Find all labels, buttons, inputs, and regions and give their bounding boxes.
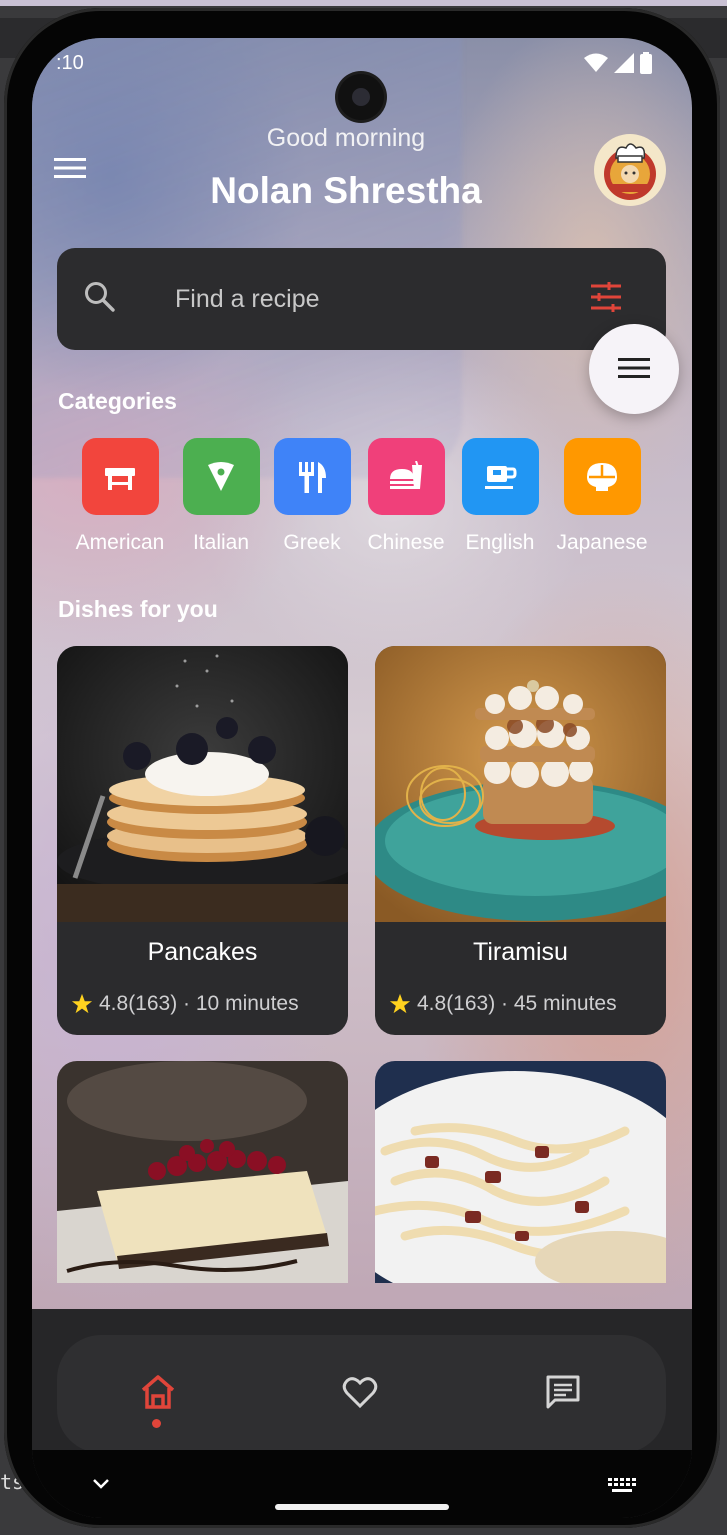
- user-name: Nolan Shrestha: [210, 170, 482, 211]
- desktop-top-bar: [0, 0, 727, 6]
- dish-rating-time: 4.8(163) · 45 minutes: [417, 992, 617, 1015]
- phone-frame: :10 Good morning Nolan Shrestha Find a r…: [4, 8, 720, 1528]
- dish-card-tiramisu[interactable]: Tiramisu 4.8(163) · 45 minutes: [375, 646, 666, 1035]
- category-label: Greek: [283, 531, 341, 554]
- menu-icon: [618, 358, 650, 378]
- categories-heading: Categories: [58, 388, 177, 414]
- menu-fab-button[interactable]: [589, 324, 679, 414]
- teacup-icon: [485, 465, 517, 489]
- filter-icon[interactable]: [589, 282, 623, 312]
- chevron-down-icon[interactable]: [92, 1478, 110, 1490]
- status-time: :10: [56, 52, 84, 74]
- fork-knife-icon: [299, 461, 326, 493]
- search-input[interactable]: [173, 278, 557, 320]
- category-american[interactable]: American: [72, 438, 168, 555]
- signal-icon: [614, 53, 634, 73]
- diner-table-icon: [105, 467, 135, 490]
- avatar[interactable]: [594, 134, 666, 206]
- chat-icon: [546, 1375, 580, 1409]
- category-tile: [81, 438, 159, 515]
- pasta-photo: [375, 1061, 666, 1283]
- dish-card-cheesecake[interactable]: [57, 1061, 348, 1283]
- category-tile: [563, 438, 641, 515]
- dish-name: Pancakes: [147, 938, 258, 966]
- cheesecake-photo: [57, 1061, 348, 1283]
- category-label: English: [465, 531, 535, 554]
- wifi-icon: [584, 53, 608, 72]
- front-camera: [338, 74, 384, 120]
- home-gesture-indicator[interactable]: [275, 1504, 449, 1510]
- takeout-icon: [390, 460, 422, 489]
- dish-meta: 4.8(163) · 10 minutes: [71, 992, 299, 1016]
- status-icons: [584, 52, 652, 74]
- category-label: American: [75, 531, 165, 554]
- battery-icon: [640, 52, 652, 74]
- heart-icon: [342, 1377, 378, 1409]
- tiramisu-photo: [375, 646, 666, 922]
- category-label: Chinese: [367, 531, 445, 554]
- category-japanese[interactable]: Japanese: [554, 438, 650, 555]
- category-greek[interactable]: Greek: [264, 438, 360, 555]
- bottom-navigation: [57, 1335, 666, 1453]
- nav-home[interactable]: [139, 1373, 179, 1413]
- category-tile: [182, 438, 260, 515]
- category-tile: [367, 438, 445, 515]
- pizza-slice-icon: [208, 461, 234, 491]
- dish-rating-time: 4.8(163) · 10 minutes: [99, 992, 299, 1015]
- dish-name: Tiramisu: [473, 938, 568, 966]
- home-icon: [141, 1375, 175, 1409]
- star-icon: [71, 993, 93, 1014]
- category-english[interactable]: English: [452, 438, 548, 555]
- dishes-heading: Dishes for you: [58, 596, 218, 622]
- search-bar[interactable]: [57, 248, 666, 350]
- dish-card-pancakes[interactable]: Pancakes 4.8(163) · 10 minutes: [57, 646, 348, 1035]
- active-indicator-dot: [152, 1419, 161, 1428]
- star-icon: [389, 993, 411, 1014]
- nav-messages[interactable]: [544, 1373, 584, 1413]
- dish-meta: 4.8(163) · 45 minutes: [389, 992, 617, 1016]
- category-tile: [461, 438, 539, 515]
- nav-favorites[interactable]: [341, 1373, 381, 1413]
- dish-card-pasta[interactable]: [375, 1061, 666, 1283]
- category-tile: [273, 438, 351, 515]
- category-chinese[interactable]: Chinese: [358, 438, 454, 555]
- category-label: Italian: [192, 531, 250, 554]
- category-italian[interactable]: Italian: [173, 438, 269, 555]
- chef-logo-icon: [604, 143, 656, 200]
- category-label: Japanese: [556, 531, 648, 554]
- keyboard-icon[interactable]: [608, 1478, 636, 1494]
- pancakes-photo: [57, 646, 348, 922]
- app-screen: :10 Good morning Nolan Shrestha Find a r…: [32, 38, 692, 1518]
- search-icon: [85, 282, 115, 312]
- greeting-text: Good morning: [266, 124, 426, 152]
- rice-bowl-icon: [587, 462, 617, 491]
